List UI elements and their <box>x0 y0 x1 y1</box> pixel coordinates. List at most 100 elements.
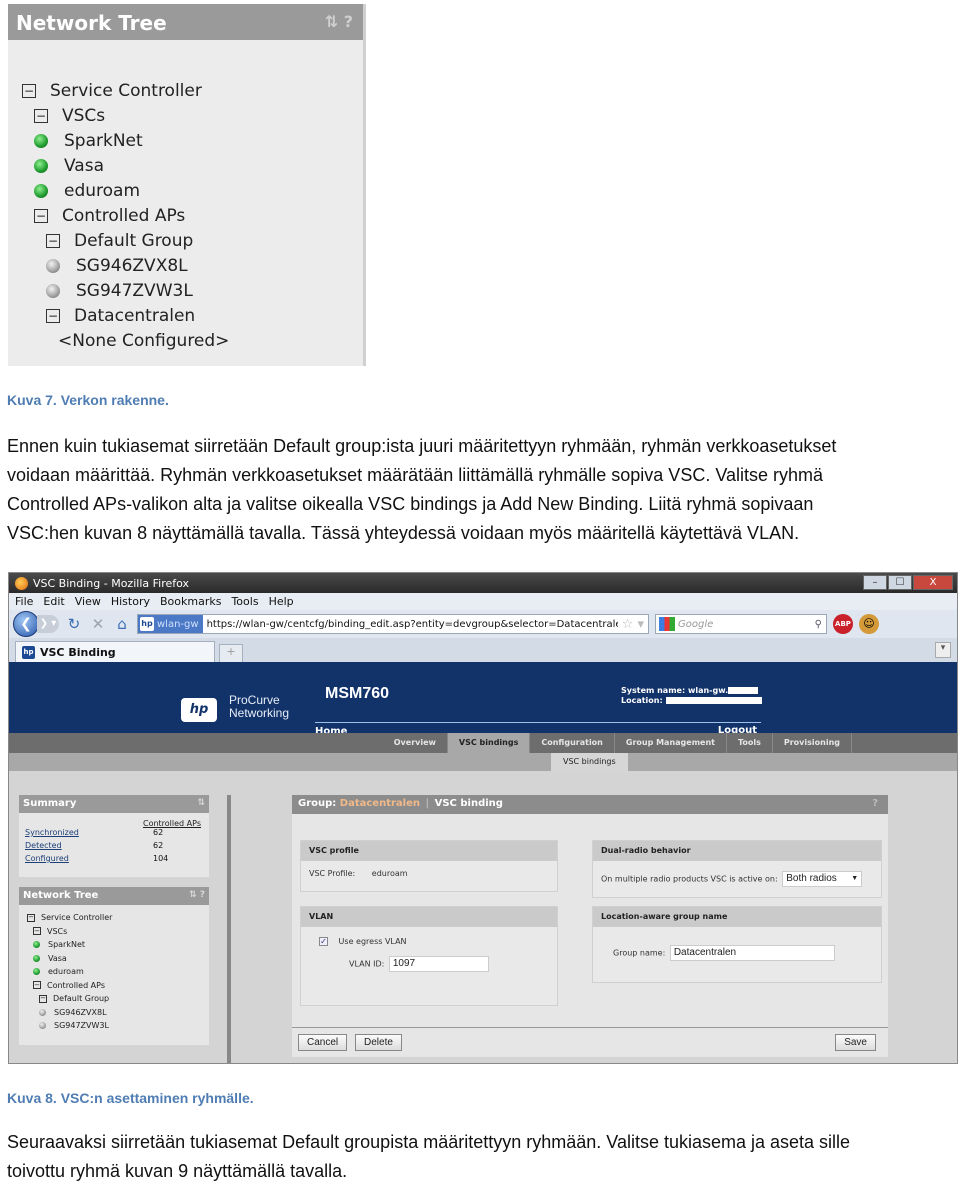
maximize-button[interactable]: ☐ <box>888 575 912 590</box>
tree-node-label: Datacentralen <box>74 305 196 326</box>
use-egress-vlan-checkbox[interactable]: ✓ <box>319 937 328 946</box>
tree-node[interactable]: − Default Group <box>25 992 203 1006</box>
tree-node[interactable]: SparkNet <box>25 938 203 952</box>
tree-node[interactable]: − Service Controller <box>8 78 363 103</box>
refresh-icon[interactable]: ⇅ <box>197 798 205 808</box>
tree-node-label: SparkNet <box>64 130 143 151</box>
minimize-button[interactable]: – <box>863 575 887 590</box>
menu-help[interactable]: Help <box>269 595 294 608</box>
collapse-icon[interactable]: − <box>46 308 60 323</box>
search-input[interactable]: Google <box>678 619 713 630</box>
tree-node-label: Default Group <box>53 994 110 1004</box>
tab-tools[interactable]: Tools <box>727 733 773 753</box>
paragraph-2: Seuraavaksi siirretään tukiasemat Defaul… <box>7 1128 947 1186</box>
detected-link[interactable]: Detected <box>25 841 62 854</box>
collapse-icon[interactable]: − <box>34 208 48 223</box>
collapse-icon[interactable]: − <box>33 981 41 990</box>
refresh-icon[interactable]: ⇅ <box>325 12 338 31</box>
status-online-icon <box>34 158 48 173</box>
tree-node[interactable]: − Datacentralen <box>8 303 363 328</box>
collapse-icon[interactable]: − <box>39 994 47 1003</box>
back-button[interactable]: ❮ <box>13 611 39 637</box>
cancel-button[interactable]: Cancel <box>298 1034 348 1051</box>
close-button[interactable]: X <box>913 575 953 590</box>
panel-title: VSC profile <box>301 841 557 861</box>
brand-line: Networking <box>229 706 290 720</box>
tree-node-label: Service Controller <box>50 80 202 101</box>
save-button[interactable]: Save <box>835 1034 876 1051</box>
subtab-vsc-bindings[interactable]: VSC bindings <box>551 753 628 771</box>
reload-icon[interactable]: ↻ <box>65 615 83 633</box>
tree-node[interactable]: SG947ZVW3L <box>25 1019 203 1033</box>
tree-node[interactable]: eduroam <box>8 178 363 203</box>
separator: | <box>425 798 430 809</box>
bookmark-star-icon[interactable]: ☆ ▾ <box>618 617 648 632</box>
refresh-help-icons[interactable]: ⇅ ? <box>189 890 205 900</box>
tab-provisioning[interactable]: Provisioning <box>773 733 852 753</box>
tree-node[interactable]: − Controlled APs <box>8 203 363 228</box>
search-bar[interactable]: Google ⚲ <box>655 614 827 634</box>
menu-tools[interactable]: Tools <box>231 595 258 608</box>
tree-node[interactable]: SG946ZVX8L <box>8 253 363 278</box>
home-icon[interactable]: ⌂ <box>113 615 131 633</box>
vlan-id-input[interactable]: 1097 <box>388 956 489 972</box>
tree-node[interactable]: − Default Group <box>8 228 363 253</box>
tab-group-management[interactable]: Group Management <box>615 733 727 753</box>
tree-node[interactable]: − Service Controller <box>25 911 203 925</box>
site-identity-button[interactable]: hp wlan-gw <box>138 615 203 633</box>
sidebar-scrollbar[interactable] <box>227 795 231 1063</box>
tree-node-label: SG947ZVW3L <box>54 1021 109 1031</box>
tree-node[interactable]: <None Configured> <box>8 328 363 353</box>
tab-vsc-bindings[interactable]: VSC bindings <box>447 733 531 753</box>
stop-icon[interactable]: ✕ <box>89 615 107 633</box>
tab-configuration[interactable]: Configuration <box>530 733 615 753</box>
content-header: Group: Datacentralen | VSC binding ? <box>292 795 888 814</box>
tree-node[interactable]: Vasa <box>8 153 363 178</box>
menu-edit[interactable]: Edit <box>43 595 64 608</box>
menu-history[interactable]: History <box>111 595 150 608</box>
menu-view[interactable]: View <box>75 595 101 608</box>
google-icon <box>659 617 675 631</box>
tree-node-label: Vasa <box>48 953 67 963</box>
collapse-icon[interactable]: − <box>33 927 41 936</box>
url-bar[interactable]: hp wlan-gw https://wlan-gw/centcfg/bindi… <box>137 614 649 634</box>
dual-radio-select[interactable]: Both radios ▼ <box>782 871 863 887</box>
group-name-input[interactable]: Datacentralen <box>669 945 835 961</box>
tab-overview[interactable]: Overview <box>383 733 448 753</box>
greasemonkey-icon[interactable]: ☺ <box>859 614 879 634</box>
forward-button[interactable]: ❯ ▾ <box>37 615 59 633</box>
menu-file[interactable]: File <box>15 595 33 608</box>
location-label: Location: <box>621 696 663 705</box>
location-group-panel: Location-aware group name Group name: Da… <box>592 906 882 983</box>
adblock-icon[interactable]: ABP <box>833 614 853 634</box>
tab-list-button[interactable]: ▾ <box>935 642 951 658</box>
collapse-icon[interactable]: − <box>27 913 35 922</box>
vsc-profile-label: VSC Profile: <box>309 869 356 878</box>
help-icon[interactable]: ? <box>872 798 878 809</box>
tree-node[interactable]: − Controlled APs <box>25 979 203 993</box>
tree-node[interactable]: − VSCs <box>25 925 203 939</box>
tree-node[interactable]: eduroam <box>25 965 203 979</box>
tree-node[interactable]: SG946ZVX8L <box>25 1006 203 1020</box>
url-text[interactable]: https://wlan-gw/centcfg/binding_edit.asp… <box>203 619 618 630</box>
collapse-icon[interactable]: − <box>22 83 36 98</box>
collapse-icon[interactable]: − <box>34 108 48 123</box>
tree-node[interactable]: SG947ZVW3L <box>8 278 363 303</box>
status-online-icon <box>34 183 48 198</box>
synchronized-link[interactable]: Synchronized <box>25 828 79 841</box>
tab-label: VSC Binding <box>40 645 116 659</box>
chevron-down-icon: ▼ <box>851 875 859 882</box>
menu-bookmarks[interactable]: Bookmarks <box>160 595 221 608</box>
browser-tab[interactable]: hp VSC Binding <box>15 641 215 662</box>
search-icon[interactable]: ⚲ <box>815 619 826 630</box>
tree-node-label: Default Group <box>74 230 194 251</box>
tree-node[interactable]: − VSCs <box>8 103 363 128</box>
tree-node[interactable]: SparkNet <box>8 128 363 153</box>
tree-node-label: SG946ZVX8L <box>54 1007 107 1017</box>
configured-link[interactable]: Configured <box>25 854 69 867</box>
delete-button[interactable]: Delete <box>355 1034 402 1051</box>
collapse-icon[interactable]: − <box>46 233 60 248</box>
new-tab-button[interactable]: + <box>219 644 243 662</box>
tree-node[interactable]: Vasa <box>25 952 203 966</box>
help-icon[interactable]: ? <box>344 12 353 31</box>
